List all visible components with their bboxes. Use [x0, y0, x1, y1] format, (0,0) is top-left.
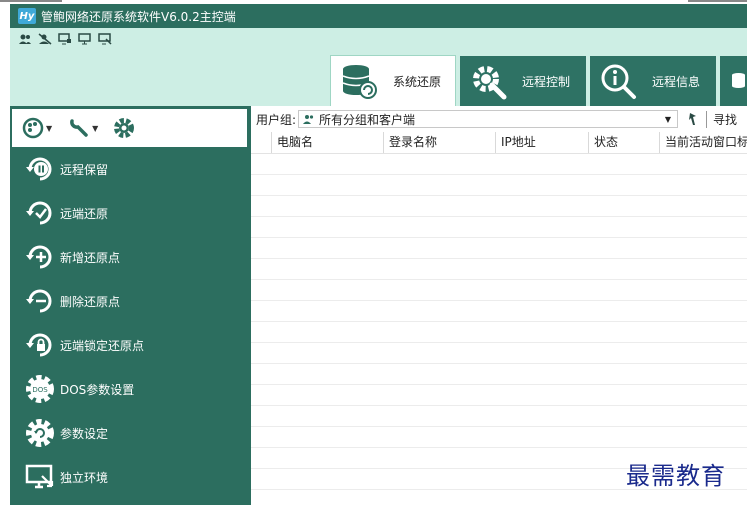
- plus-cycle-icon: [26, 245, 52, 269]
- menu-parameter-settings[interactable]: 参数设定: [24, 419, 108, 447]
- monitor-lock-icon[interactable]: [58, 33, 72, 45]
- users-icon[interactable]: [18, 33, 32, 45]
- user-group-label: 用户组:: [256, 112, 297, 127]
- chevron-down-icon: ▼: [46, 123, 53, 133]
- client-table-body: [251, 154, 747, 505]
- table-row[interactable]: [251, 322, 747, 343]
- table-row[interactable]: [251, 343, 747, 364]
- menu-label: DOS参数设置: [60, 382, 135, 397]
- table-row[interactable]: [251, 154, 747, 175]
- gear-wrench-icon: [473, 66, 507, 100]
- pointer-icon[interactable]: [688, 112, 698, 126]
- lock-cycle-icon: [26, 333, 52, 357]
- settings-button[interactable]: [112, 116, 136, 140]
- table-row[interactable]: [251, 175, 747, 196]
- table-row[interactable]: [251, 196, 747, 217]
- table-row[interactable]: [251, 238, 747, 259]
- header-toolbar: 系统还原 远程控制 远程信息: [10, 28, 747, 106]
- table-row[interactable]: [251, 385, 747, 406]
- sidebar: ▼ ▼ 远程保留 远端还原 新增还原点 删除还原点 远端锁定还原点 DOS DO…: [10, 106, 251, 505]
- column-header[interactable]: 电脑名: [271, 132, 383, 153]
- sidebar-toolbar: ▼ ▼: [12, 109, 247, 147]
- user-group-select[interactable]: 所有分组和客户端 ▼: [298, 110, 679, 128]
- gear-icon: [114, 118, 135, 138]
- window-title: 管鲍网络还原系统软件V6.0.2主控端: [41, 9, 236, 24]
- tab-label: 远程信息: [652, 74, 701, 89]
- title-bar: Hy 管鲍网络还原系统软件V6.0.2主控端: [10, 4, 747, 28]
- menu-label: 删除还原点: [60, 294, 121, 309]
- tab-database[interactable]: [720, 56, 747, 106]
- monitor-link-icon[interactable]: [98, 33, 112, 45]
- column-header[interactable]: IP地址: [495, 132, 588, 153]
- menu-remote-keep[interactable]: 远程保留: [24, 155, 108, 183]
- column-header[interactable]: 状态: [588, 132, 659, 153]
- menu-label: 独立环境: [60, 470, 109, 485]
- palette-icon: [22, 117, 44, 139]
- search-button[interactable]: 寻找: [706, 110, 737, 128]
- minus-cycle-icon: [26, 289, 52, 313]
- menu-lock-restore-point[interactable]: 远端锁定还原点: [24, 331, 144, 359]
- quick-icons: [18, 33, 112, 45]
- column-header[interactable]: 当前活动窗口标: [659, 132, 747, 153]
- top-edge-right: [688, 0, 747, 2]
- menu-independent-environment[interactable]: 独立环境: [24, 463, 108, 491]
- table-row[interactable]: [251, 427, 747, 448]
- wrench-dropdown[interactable]: ▼: [68, 117, 98, 139]
- top-edge-left: [0, 0, 62, 2]
- user-group-value: 所有分组和客户端: [319, 112, 416, 127]
- database-icon: [732, 73, 745, 88]
- menu-label: 远程保留: [60, 162, 109, 177]
- table-row[interactable]: [251, 280, 747, 301]
- menu-label: 参数设定: [60, 426, 109, 441]
- watermark: 最需教育: [626, 462, 726, 490]
- menu-label: 远端还原: [60, 206, 109, 221]
- tab-system-restore[interactable]: 系统还原: [330, 55, 456, 106]
- palette-dropdown[interactable]: ▼: [22, 117, 52, 139]
- monitor-arrow-icon: [25, 464, 54, 489]
- table-header: 电脑名 登录名称 IP地址 状态 当前活动窗口标: [251, 132, 747, 154]
- tab-label: 远程控制: [522, 74, 571, 89]
- column-header[interactable]: 登录名称: [383, 132, 495, 153]
- menu-remote-restore[interactable]: 远端还原: [24, 199, 108, 227]
- table-row[interactable]: [251, 259, 747, 280]
- chevron-down-icon: ▼: [92, 123, 99, 133]
- menu-label: 新增还原点: [60, 250, 121, 265]
- table-row[interactable]: [251, 217, 747, 238]
- chevron-down-icon: ▼: [664, 114, 672, 124]
- tab-remote-info[interactable]: 远程信息: [590, 56, 716, 106]
- menu-add-restore-point[interactable]: 新增还原点: [24, 243, 120, 271]
- tab-label: 系统还原: [393, 74, 442, 89]
- users-icon: [303, 115, 314, 124]
- info-search-icon: [601, 64, 636, 99]
- table-row[interactable]: [251, 406, 747, 427]
- wrench-icon: [70, 119, 88, 137]
- app-window: Hy 管鲍网络还原系统软件V6.0.2主控端 系统还原 远程控制 远程信息 ▼ …: [0, 0, 747, 505]
- menu-dos-settings[interactable]: DOS DOS参数设置: [24, 375, 134, 403]
- dos-badge: DOS: [32, 386, 48, 394]
- pause-cycle-icon: [26, 157, 52, 181]
- app-logo-icon: Hy: [18, 8, 36, 24]
- table-row[interactable]: [251, 301, 747, 322]
- check-cycle-icon: [26, 201, 52, 225]
- menu-label: 远端锁定还原点: [60, 338, 145, 353]
- monitor-icon[interactable]: [78, 33, 92, 45]
- menu-delete-restore-point[interactable]: 删除还原点: [24, 287, 120, 315]
- database-restore-icon: [342, 65, 377, 99]
- filter-row: 用户组: 所有分组和客户端 ▼ 寻找: [251, 108, 747, 130]
- table-row[interactable]: [251, 364, 747, 385]
- hide-icon[interactable]: [38, 33, 52, 45]
- settings-gear-icon: [26, 419, 54, 447]
- dos-gear-icon: DOS: [26, 375, 54, 403]
- tab-remote-control[interactable]: 远程控制: [460, 56, 586, 106]
